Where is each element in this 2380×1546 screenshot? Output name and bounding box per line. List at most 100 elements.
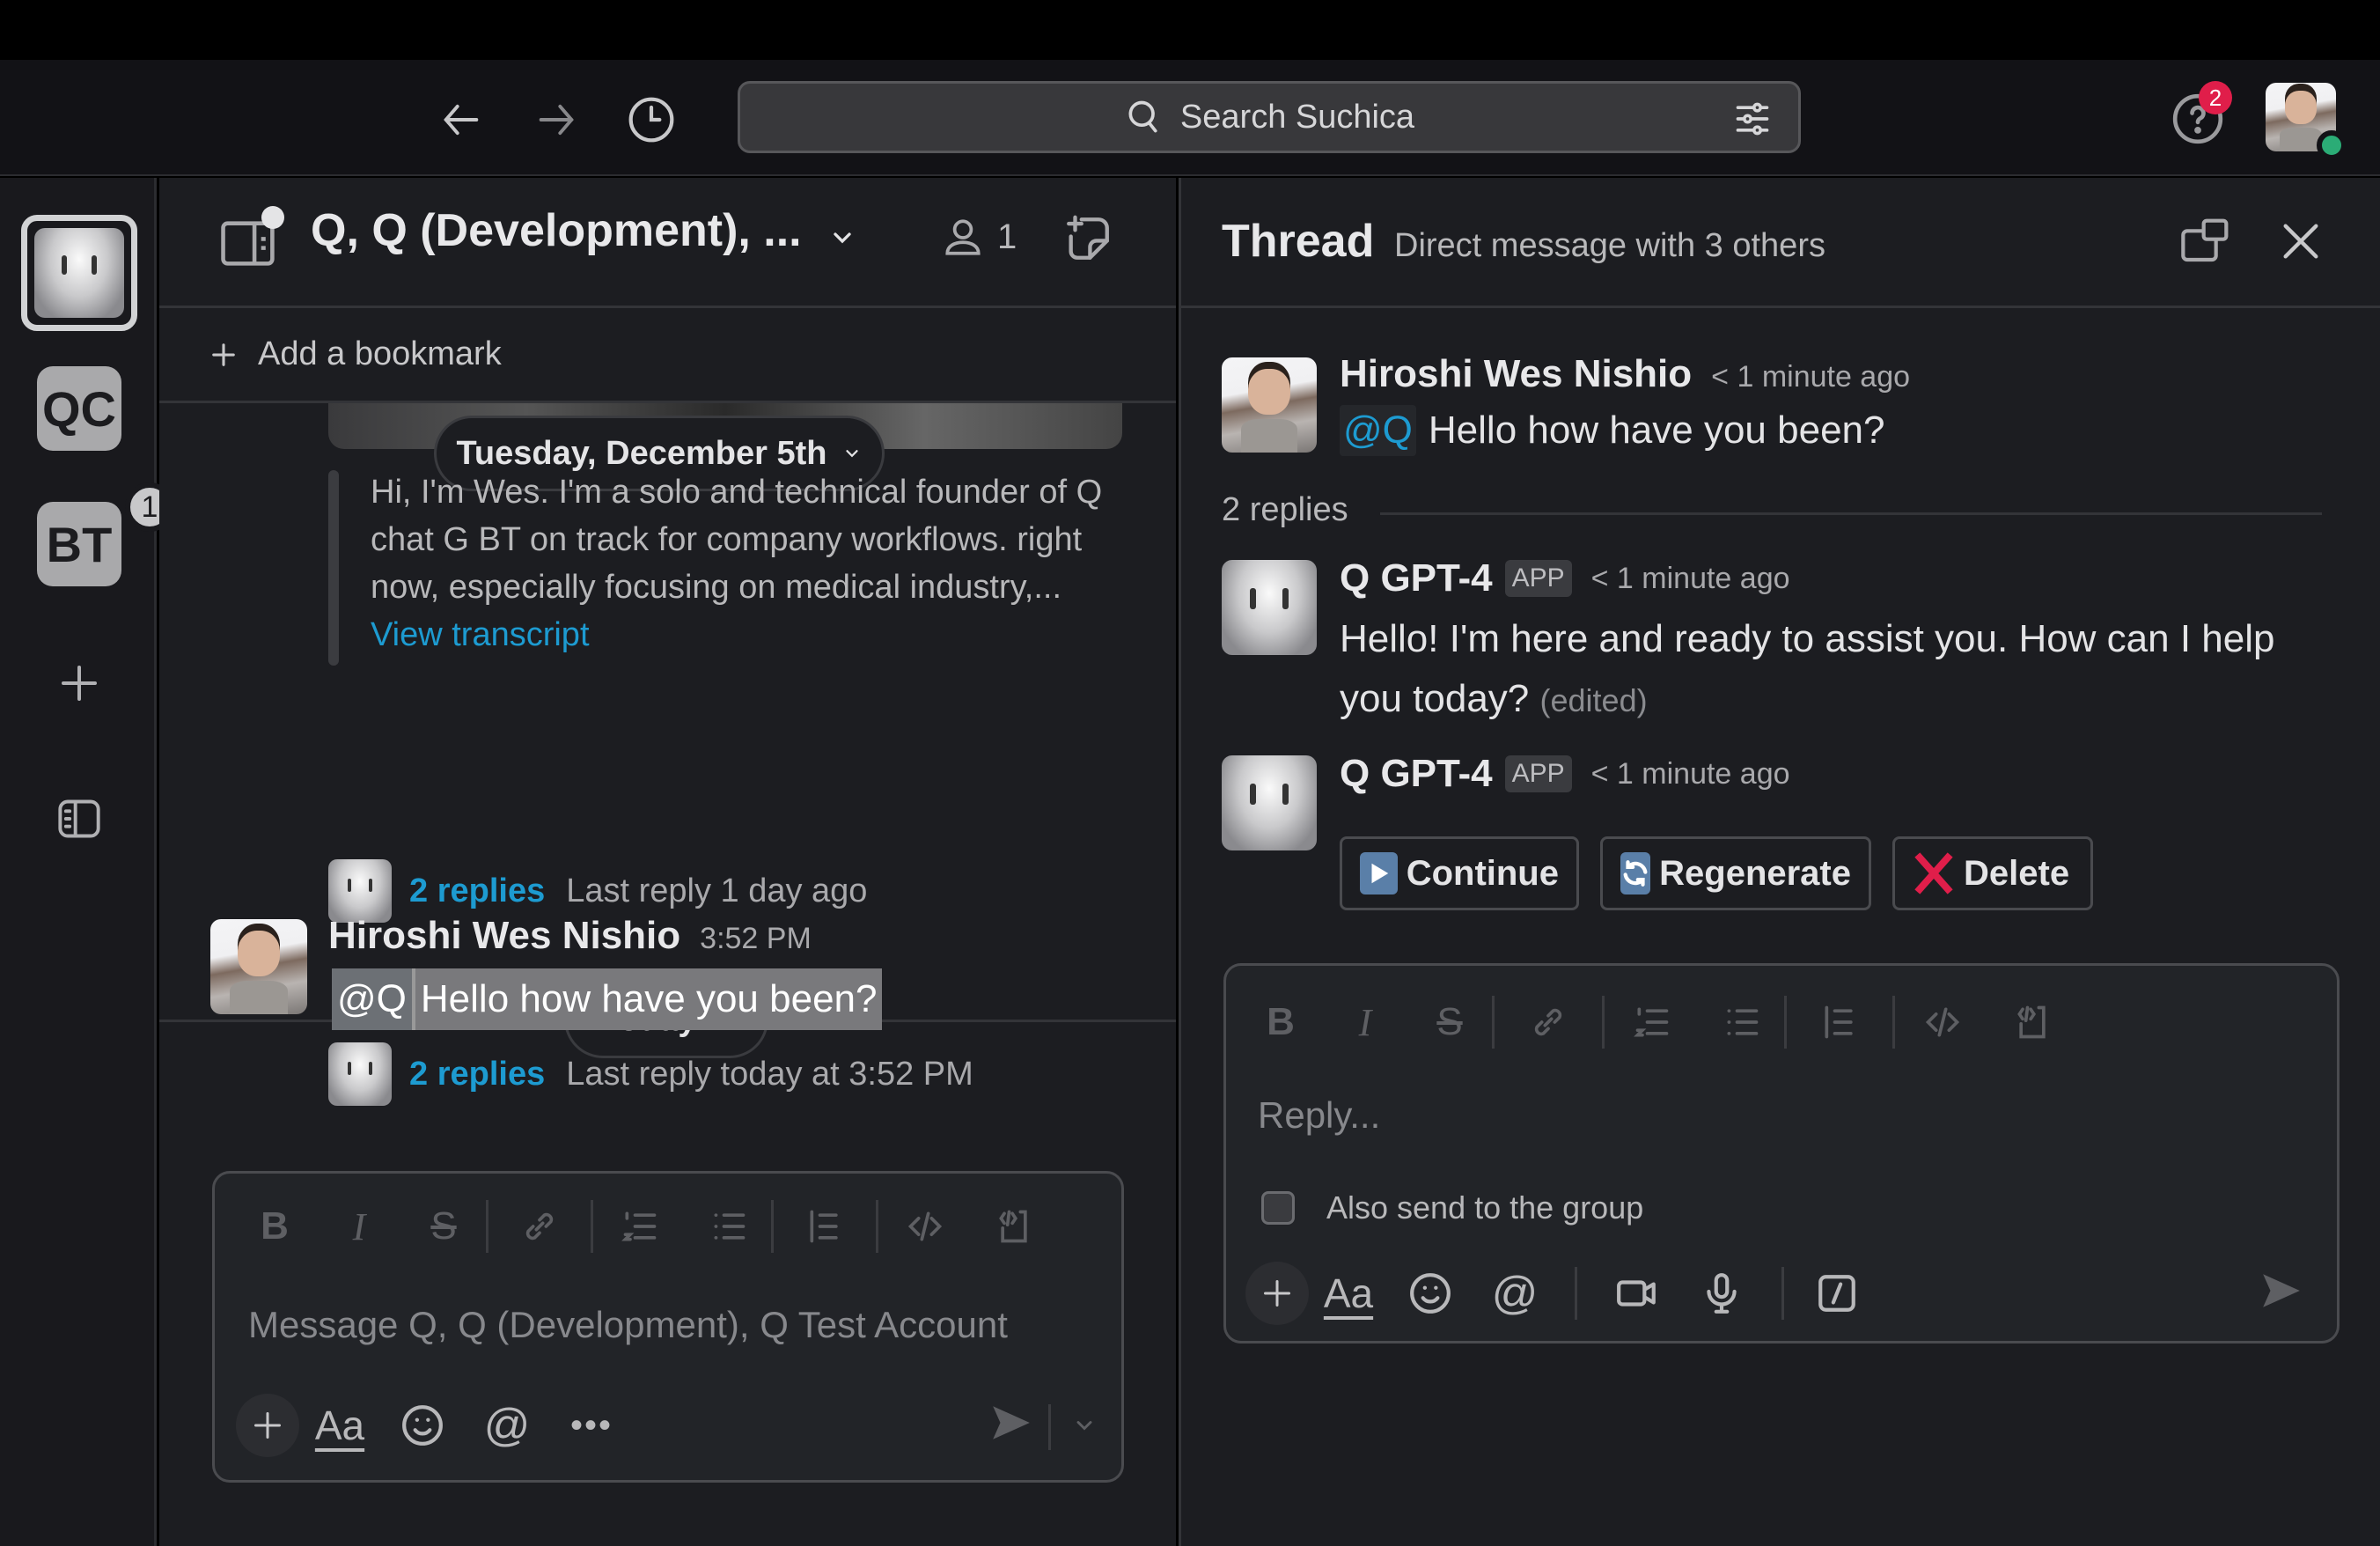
code-block-button[interactable] [972, 1207, 1056, 1246]
code-button[interactable] [1895, 1003, 1990, 1042]
message-time[interactable]: < 1 minute ago [1591, 562, 1790, 596]
code-icon [907, 1211, 943, 1241]
also-send-option[interactable]: Also send to the group [1261, 1189, 1643, 1226]
bold-button[interactable]: B [232, 1204, 317, 1248]
author-name[interactable]: Q GPT-4 [1340, 556, 1493, 600]
ordered-list-button[interactable] [1605, 1003, 1700, 1042]
message-time[interactable]: < 1 minute ago [1711, 360, 1910, 394]
notification-badge: 2 [2199, 81, 2232, 114]
attach-button[interactable] [1245, 1262, 1309, 1325]
blockquote-button[interactable] [1787, 1003, 1892, 1042]
blockquote-button[interactable] [774, 1207, 876, 1246]
separator [1781, 1267, 1784, 1320]
mention-button[interactable]: @ [1473, 1267, 1557, 1320]
close-thread-button[interactable] [2278, 218, 2324, 269]
workspace-q-active[interactable] [21, 215, 137, 331]
x-mark-icon [1913, 852, 1955, 894]
arrow-right-icon [539, 104, 574, 136]
add-bookmark-button[interactable]: Add a bookmark [159, 308, 1176, 403]
continue-button[interactable]: Continue [1340, 836, 1579, 910]
message-text: Hello how have you been? [420, 977, 878, 1020]
workspace-qc[interactable]: QC [37, 366, 121, 451]
top-header: Search Suchica 2 [0, 60, 2380, 176]
reply-input[interactable]: Reply... [1258, 1094, 1380, 1137]
open-in-window-button[interactable] [2181, 218, 2230, 269]
attach-button[interactable] [236, 1394, 299, 1457]
forward-button[interactable] [532, 95, 581, 144]
send-icon [993, 1406, 1030, 1439]
author-avatar[interactable] [1222, 357, 1317, 453]
mention-q[interactable]: @Q [332, 968, 415, 1030]
help-button[interactable]: 2 [2171, 81, 2232, 151]
delete-button[interactable]: Delete [1892, 836, 2093, 910]
message-text: Hello how have you been? [1428, 409, 1885, 452]
bulleted-list-button[interactable] [687, 1207, 771, 1246]
ordered-list-button[interactable] [593, 1207, 687, 1246]
channel-panel: Q, Q (Development), ... 1 Add a bookmark… [159, 178, 1176, 1546]
search-filter-button[interactable] [1733, 99, 1772, 143]
bookmark-label: Add a bookmark [258, 335, 502, 372]
also-send-label: Also send to the group [1326, 1189, 1644, 1226]
send-button[interactable] [2259, 1269, 2303, 1317]
slash-command-button[interactable] [1802, 1271, 1872, 1315]
history-button[interactable] [627, 95, 676, 144]
regenerate-button[interactable]: Regenerate [1600, 836, 1871, 910]
workspace-label: QC [42, 380, 116, 437]
also-send-checkbox[interactable] [1261, 1191, 1295, 1225]
play-icon [1360, 852, 1398, 894]
author-name[interactable]: Hiroshi Wes Nishio [328, 914, 680, 958]
blockquote-icon [810, 1210, 838, 1243]
toggle-sidebar-button[interactable] [53, 792, 106, 845]
person-icon [945, 219, 981, 255]
message-input[interactable]: Message Q, Q (Development), Q Test Accou… [248, 1304, 1008, 1346]
strikethrough-button[interactable]: S [1407, 1000, 1492, 1044]
send-options-button[interactable] [1072, 1413, 1097, 1442]
plus-icon [254, 1412, 281, 1439]
replies-link[interactable]: 2 replies [409, 1056, 545, 1093]
transcript-text: Hi, I'm Wes. I'm a solo and technical fo… [371, 474, 1103, 606]
search-bar[interactable]: Search Suchica [738, 81, 1801, 153]
format-toggle-button[interactable]: Aa [299, 1402, 380, 1449]
italic-button[interactable]: I [317, 1204, 401, 1249]
code-button[interactable] [878, 1207, 972, 1246]
format-toggle-button[interactable]: Aa [1309, 1270, 1388, 1317]
mention-button[interactable]: @ [465, 1399, 549, 1452]
link-button[interactable] [488, 1207, 591, 1246]
author-name[interactable]: Hiroshi Wes Nishio [1340, 352, 1692, 396]
refresh-icon [1620, 852, 1651, 894]
bot-avatar[interactable] [1222, 560, 1317, 655]
bulleted-list-button[interactable] [1700, 1003, 1784, 1042]
view-transcript-link[interactable]: View transcript [371, 616, 590, 653]
message-time[interactable]: 3:52 PM [700, 922, 812, 956]
message-time[interactable]: < 1 minute ago [1591, 757, 1790, 791]
code-block-button[interactable] [1990, 1003, 2075, 1042]
author-name[interactable]: Q GPT-4 [1340, 752, 1493, 796]
channel-sidebar-toggle[interactable] [221, 206, 284, 270]
thread-summary[interactable]: 2 replies Last reply today at 3:52 PM [328, 1042, 973, 1106]
bold-button[interactable]: B [1238, 1000, 1323, 1044]
bot-avatar[interactable] [1222, 755, 1317, 850]
channel-title[interactable]: Q, Q (Development), ... [311, 204, 802, 257]
thread-header: Thread Direct message with 3 others [1181, 178, 2380, 308]
canvas-button[interactable] [1062, 213, 1113, 269]
channel-header: Q, Q (Development), ... 1 [159, 178, 1176, 308]
channel-dropdown-button[interactable] [828, 224, 856, 256]
emoji-button[interactable] [1388, 1271, 1473, 1315]
author-avatar[interactable] [210, 919, 307, 1014]
back-button[interactable] [437, 95, 486, 144]
members-button[interactable]: 1 [941, 215, 1017, 259]
chevron-down-icon [834, 232, 851, 244]
video-button[interactable] [1595, 1271, 1679, 1315]
replies-link[interactable]: 2 replies [409, 872, 545, 910]
add-workspace-button[interactable] [53, 657, 106, 710]
audio-button[interactable] [1679, 1271, 1764, 1315]
emoji-button[interactable] [380, 1403, 465, 1447]
strikethrough-button[interactable]: S [401, 1204, 486, 1248]
italic-button[interactable]: I [1323, 1000, 1407, 1045]
link-button[interactable] [1495, 1003, 1602, 1042]
send-button[interactable] [989, 1401, 1033, 1449]
mention-q[interactable]: @Q [1340, 405, 1416, 456]
more-button[interactable]: ••• [549, 1406, 634, 1446]
workspace-bt[interactable]: BT 1 [37, 482, 174, 586]
code-icon [1925, 1007, 1960, 1037]
